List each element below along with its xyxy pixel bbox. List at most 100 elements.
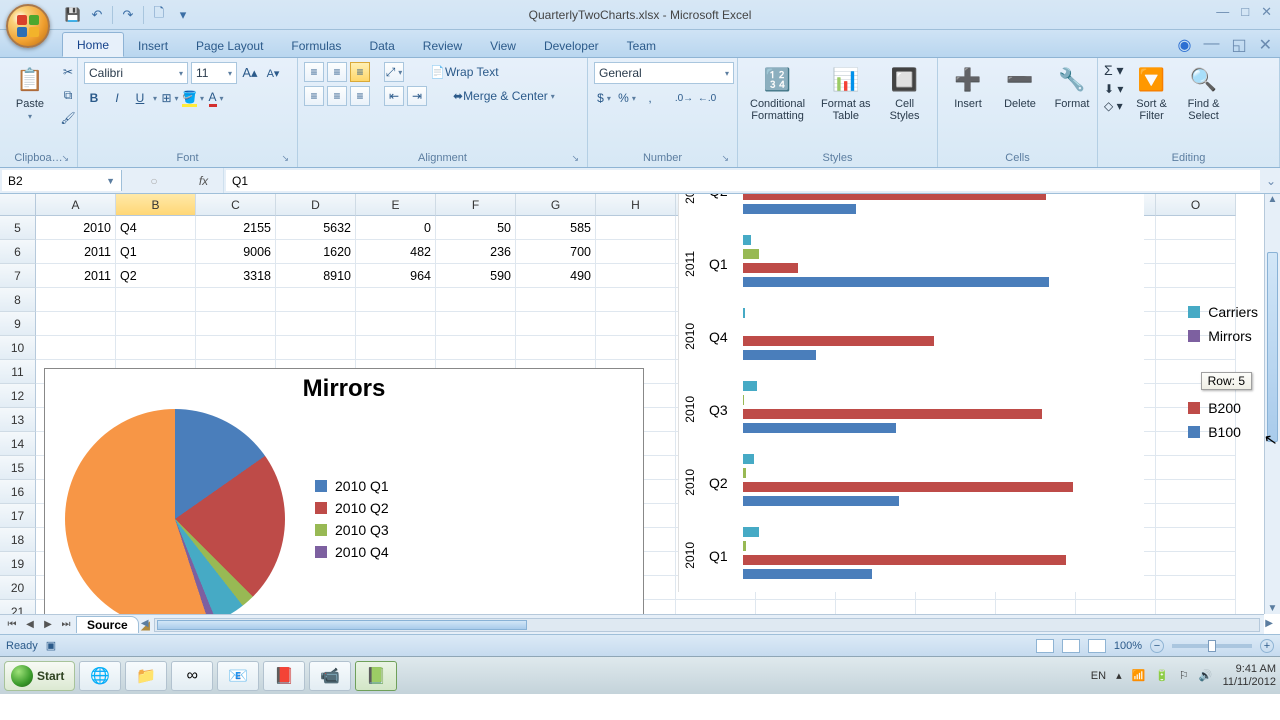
- next-sheet-icon[interactable]: ▶: [40, 617, 56, 633]
- copy-icon[interactable]: ⧉: [58, 85, 78, 105]
- cell[interactable]: [116, 336, 196, 360]
- column-header-A[interactable]: A: [36, 194, 116, 216]
- row-header[interactable]: 17: [0, 504, 36, 528]
- conditional-formatting-button[interactable]: 🔢Conditional Formatting: [744, 62, 811, 124]
- vertical-scrollbar[interactable]: ▲ ▼: [1264, 194, 1280, 614]
- cell[interactable]: [1156, 576, 1236, 600]
- dialog-launcher-icon[interactable]: ↘: [61, 153, 69, 164]
- taskbar-ie-icon[interactable]: 🌐: [79, 661, 121, 691]
- start-button[interactable]: Start: [4, 661, 75, 691]
- cell[interactable]: [36, 336, 116, 360]
- cell[interactable]: [196, 336, 276, 360]
- minimize-icon[interactable]: —: [1216, 4, 1229, 20]
- cell[interactable]: 3318: [196, 264, 276, 288]
- taskbar-visualstudio-icon[interactable]: ∞: [171, 661, 213, 691]
- orientation-icon[interactable]: ⤢: [384, 62, 404, 82]
- horizontal-scrollbar[interactable]: ◀ ▶: [154, 618, 1260, 632]
- cell[interactable]: [1156, 240, 1236, 264]
- zoom-out-icon[interactable]: −: [1150, 639, 1164, 653]
- office-button[interactable]: [6, 4, 58, 56]
- italic-button[interactable]: I: [107, 88, 127, 108]
- language-indicator[interactable]: EN: [1091, 670, 1106, 682]
- font-size-combo[interactable]: 11▾: [191, 62, 237, 84]
- bold-button[interactable]: B: [84, 88, 104, 108]
- close-icon[interactable]: ✕: [1261, 4, 1272, 20]
- row-headers[interactable]: 56789101112131415161718192021: [0, 216, 36, 624]
- battery-icon[interactable]: 🔋: [1155, 669, 1169, 682]
- cell[interactable]: [276, 312, 356, 336]
- action-center-icon[interactable]: ⚐: [1179, 669, 1189, 682]
- cell[interactable]: [516, 288, 596, 312]
- cell[interactable]: [1156, 528, 1236, 552]
- fill-icon[interactable]: ⬇ ▾: [1104, 82, 1123, 96]
- cell[interactable]: [36, 312, 116, 336]
- row-header[interactable]: 5: [0, 216, 36, 240]
- cell[interactable]: [196, 288, 276, 312]
- cell[interactable]: [596, 240, 676, 264]
- prev-sheet-icon[interactable]: ◀: [22, 617, 38, 633]
- expand-formula-bar-icon[interactable]: ⌄: [1262, 168, 1280, 193]
- cell[interactable]: 5632: [276, 216, 356, 240]
- row-header[interactable]: 19: [0, 552, 36, 576]
- cell[interactable]: [116, 312, 196, 336]
- align-bottom-icon[interactable]: ≡: [350, 62, 370, 82]
- first-sheet-icon[interactable]: ⏮: [4, 617, 20, 633]
- pie-chart-object[interactable]: Mirrors 2010 Q12010 Q22010 Q32010 Q4: [44, 368, 644, 618]
- network-icon[interactable]: 📶: [1132, 669, 1146, 682]
- cell[interactable]: Q1: [116, 240, 196, 264]
- cancel-formula-icon[interactable]: ○: [150, 174, 157, 188]
- cell[interactable]: [276, 288, 356, 312]
- dialog-launcher-icon[interactable]: ↘: [721, 153, 729, 164]
- cell[interactable]: [516, 336, 596, 360]
- tab-team[interactable]: Team: [613, 34, 670, 57]
- last-sheet-icon[interactable]: ⏭: [58, 617, 74, 633]
- percent-format-icon[interactable]: %: [617, 88, 637, 108]
- cell[interactable]: 700: [516, 240, 596, 264]
- cell[interactable]: 2155: [196, 216, 276, 240]
- cell[interactable]: [356, 312, 436, 336]
- new-doc-icon[interactable]: 🗋: [150, 6, 168, 24]
- cell[interactable]: [1156, 552, 1236, 576]
- decrease-decimal-icon[interactable]: ←.0: [697, 88, 717, 108]
- cell[interactable]: 964: [356, 264, 436, 288]
- taskbar-explorer-icon[interactable]: 📁: [125, 661, 167, 691]
- align-center-icon[interactable]: ≡: [327, 86, 347, 106]
- page-layout-view-icon[interactable]: [1062, 639, 1080, 653]
- row-header[interactable]: 9: [0, 312, 36, 336]
- undo-icon[interactable]: ↶: [88, 6, 106, 24]
- show-hidden-icons-icon[interactable]: ▴: [1116, 669, 1122, 682]
- cell[interactable]: Q2: [116, 264, 196, 288]
- cell[interactable]: [596, 336, 676, 360]
- taskbar-excel-icon[interactable]: 📗: [355, 661, 397, 691]
- cell[interactable]: 9006: [196, 240, 276, 264]
- underline-button[interactable]: U: [130, 88, 150, 108]
- tab-insert[interactable]: Insert: [124, 34, 182, 57]
- taskbar-outlook-icon[interactable]: 📧: [217, 661, 259, 691]
- merge-center-button[interactable]: ⬌ Merge & Center: [447, 86, 561, 106]
- number-format-combo[interactable]: General▾: [594, 62, 734, 84]
- save-icon[interactable]: 💾: [64, 6, 82, 24]
- grow-font-icon[interactable]: A▴: [240, 63, 260, 83]
- cell[interactable]: 2011: [36, 240, 116, 264]
- name-box[interactable]: B2▼: [2, 170, 122, 191]
- align-top-icon[interactable]: ≡: [304, 62, 324, 82]
- delete-cells-button[interactable]: ➖Delete: [996, 62, 1044, 112]
- format-as-table-button[interactable]: 📊Format as Table: [815, 62, 877, 124]
- zoom-slider-thumb[interactable]: [1208, 640, 1216, 652]
- row-header[interactable]: 8: [0, 288, 36, 312]
- column-header-C[interactable]: C: [196, 194, 276, 216]
- cell[interactable]: [596, 288, 676, 312]
- dialog-launcher-icon[interactable]: ↘: [571, 153, 579, 164]
- tab-home[interactable]: Home: [62, 32, 124, 57]
- paste-button[interactable]: 📋 Paste ▾: [6, 62, 54, 123]
- cell[interactable]: [1156, 504, 1236, 528]
- column-header-O[interactable]: O: [1156, 194, 1236, 216]
- cell[interactable]: [356, 336, 436, 360]
- cell[interactable]: [276, 336, 356, 360]
- fx-icon[interactable]: fx: [184, 168, 224, 193]
- vertical-scroll-thumb[interactable]: [1267, 252, 1278, 442]
- cell[interactable]: [596, 216, 676, 240]
- cell[interactable]: [436, 288, 516, 312]
- row-header[interactable]: 10: [0, 336, 36, 360]
- border-button[interactable]: ⊞: [160, 88, 180, 108]
